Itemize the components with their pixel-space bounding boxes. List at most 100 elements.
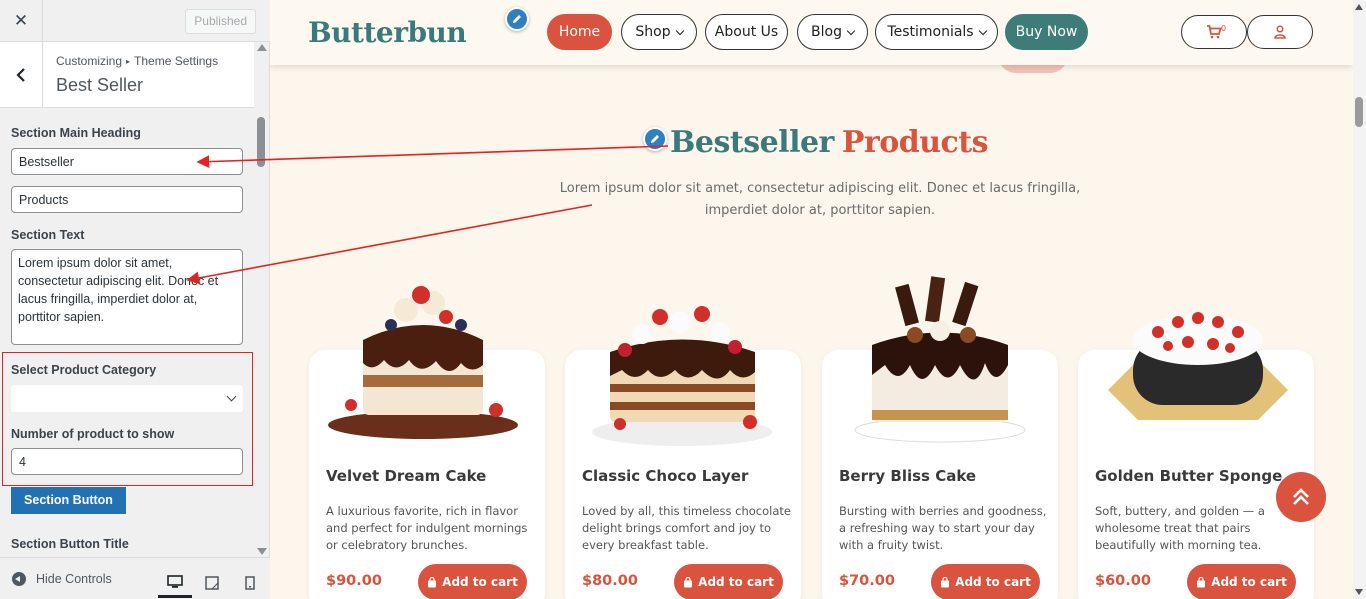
customizer-panel: ✕ Published Customizing ▸ Theme Settings B… <box>0 0 270 599</box>
nav-buy-now-label: Buy Now <box>1015 24 1078 40</box>
cake-image <box>328 286 518 439</box>
nav-about[interactable]: About Us <box>705 14 788 50</box>
scroll-down-icon[interactable] <box>257 548 267 555</box>
nav-shop-label: Shop <box>635 24 671 40</box>
add-to-cart-button[interactable]: Add to cart <box>931 564 1040 599</box>
section-title: Best Seller <box>56 75 144 95</box>
add-to-cart-label: Add to cart <box>442 575 518 589</box>
section-heading: Bestseller Products <box>670 125 989 160</box>
section-button-toggle[interactable]: Section Button <box>11 487 126 514</box>
nav-home-label: Home <box>558 24 601 40</box>
add-to-cart-button[interactable]: Add to cart <box>418 564 527 599</box>
main-heading-input-2[interactable]: Products <box>11 186 243 213</box>
scroll-up-icon[interactable] <box>257 44 267 51</box>
add-to-cart-button[interactable]: Add to cart <box>1187 564 1296 599</box>
cake-image <box>854 276 1026 443</box>
pencil-icon <box>651 135 659 143</box>
product-card[interactable]: Classic Choco Layer Loved by all, this t… <box>565 306 801 599</box>
product-name[interactable]: Berry Bliss Cake <box>839 467 976 485</box>
desktop-icon <box>167 574 183 588</box>
scroll-up-icon[interactable] <box>1355 4 1363 10</box>
publish-button[interactable]: Published <box>185 9 256 34</box>
category-select[interactable] <box>11 385 243 412</box>
account-button[interactable] <box>1247 15 1313 49</box>
main-heading-label: Section Main Heading <box>11 126 141 140</box>
user-icon <box>1274 25 1286 39</box>
mobile-preview-button[interactable] <box>233 568 267 598</box>
hide-controls-button[interactable]: Hide Controls <box>12 572 112 586</box>
section-text-textarea[interactable]: Lorem ipsum dolor sit amet, consectetur … <box>11 249 243 345</box>
nav-home[interactable]: Home <box>547 14 612 50</box>
cake-image <box>592 306 772 446</box>
nav-buy-now[interactable]: Buy Now <box>1005 14 1088 50</box>
customizer-header: ✕ Published <box>0 0 270 42</box>
scroll-to-top-button[interactable] <box>1276 472 1326 522</box>
product-price: $80.00 <box>582 573 638 589</box>
pencil-icon <box>513 15 521 23</box>
nav-blog[interactable]: Blog <box>797 14 868 50</box>
site-logo[interactable]: Butterbun <box>308 16 467 49</box>
chevron-down-icon <box>978 26 987 35</box>
product-count-input[interactable]: 4 <box>11 448 243 475</box>
section-button-title-label: Section Button Title <box>11 537 129 551</box>
chevron-down-icon <box>846 26 856 35</box>
nav-shop[interactable]: Shop <box>621 14 697 50</box>
add-to-cart-button[interactable]: Add to cart <box>674 564 783 599</box>
shopping-bag-icon <box>1197 576 1206 587</box>
product-name[interactable]: Classic Choco Layer <box>582 467 748 485</box>
product-card[interactable]: Golden Butter Sponge Soft, buttery, and … <box>1078 312 1314 599</box>
app-root: ✕ Published Customizing ▸ Theme Settings B… <box>0 0 1366 599</box>
cake-image <box>1108 312 1288 420</box>
product-name[interactable]: Velvet Dream Cake <box>326 467 486 485</box>
cart-button[interactable]: 0 <box>1181 15 1247 49</box>
breadcrumb-child: Theme Settings <box>134 54 219 68</box>
heading-edit-shortcut[interactable] <box>643 127 667 151</box>
product-description: Bursting with berries and goodness, a re… <box>839 504 1047 552</box>
breadcrumb-parent: Customizing <box>56 54 123 68</box>
product-price: $70.00 <box>839 573 895 589</box>
product-description: Soft, buttery, and golden — a wholesome … <box>1095 504 1265 552</box>
nav-about-label: About Us <box>714 24 779 40</box>
product-card[interactable]: Velvet Dream Cake A luxurious favorite, … <box>309 286 545 599</box>
main-heading-input-1[interactable]: Bestseller <box>11 148 243 175</box>
scroll-thumb[interactable] <box>257 117 265 167</box>
desktop-preview-button[interactable] <box>158 568 192 598</box>
chevron-down-icon <box>226 391 237 402</box>
product-name[interactable]: Golden Butter Sponge <box>1095 467 1282 485</box>
category-label: Select Product Category <box>11 363 157 377</box>
back-button[interactable] <box>0 42 43 108</box>
shopping-bag-icon <box>941 576 950 587</box>
product-count-label: Number of product to show <box>11 427 175 441</box>
breadcrumb-separator-icon: ▸ <box>126 57 131 66</box>
section-text: Lorem ipsum dolor sit amet, consectetur … <box>559 181 1081 218</box>
add-to-cart-label: Add to cart <box>1211 575 1287 589</box>
logo-edit-shortcut[interactable] <box>505 7 529 31</box>
double-chevron-up-icon <box>1293 488 1309 505</box>
nav-testimonials-label: Testimonials <box>887 24 974 40</box>
add-to-cart-label: Add to cart <box>698 575 774 589</box>
mobile-icon <box>245 576 255 590</box>
nav-blog-label: Blog <box>811 24 842 40</box>
close-icon: ✕ <box>13 11 29 31</box>
preview-scroll-thumb[interactable] <box>1355 97 1363 127</box>
chevron-left-icon <box>16 68 25 82</box>
tablet-icon <box>205 576 219 590</box>
shopping-bag-icon <box>684 576 693 587</box>
breadcrumb: Customizing ▸ Theme Settings <box>56 54 218 68</box>
hide-controls-label: Hide Controls <box>36 572 112 586</box>
tablet-preview-button[interactable] <box>195 568 229 598</box>
section-heading-part2: Products <box>841 125 989 160</box>
customizer-footer: Hide Controls <box>0 557 270 599</box>
scroll-down-icon[interactable] <box>1355 589 1363 595</box>
site-preview: Butterbun Home Shop About Us Blog Testim… <box>270 0 1353 599</box>
product-price: $60.00 <box>1095 573 1151 589</box>
product-description: A luxurious favorite, rich in flavor and… <box>326 504 528 552</box>
chevron-down-icon <box>675 26 684 35</box>
close-customizer-button[interactable]: ✕ <box>0 0 43 42</box>
product-card[interactable]: Berry Bliss Cake Bursting with berries a… <box>822 276 1058 599</box>
cart-icon <box>1207 25 1222 39</box>
panel-scrollbar[interactable] <box>255 42 269 557</box>
preview-scrollbar[interactable] <box>1353 0 1366 599</box>
hide-controls-icon <box>12 572 26 586</box>
nav-testimonials[interactable]: Testimonials <box>875 14 998 50</box>
